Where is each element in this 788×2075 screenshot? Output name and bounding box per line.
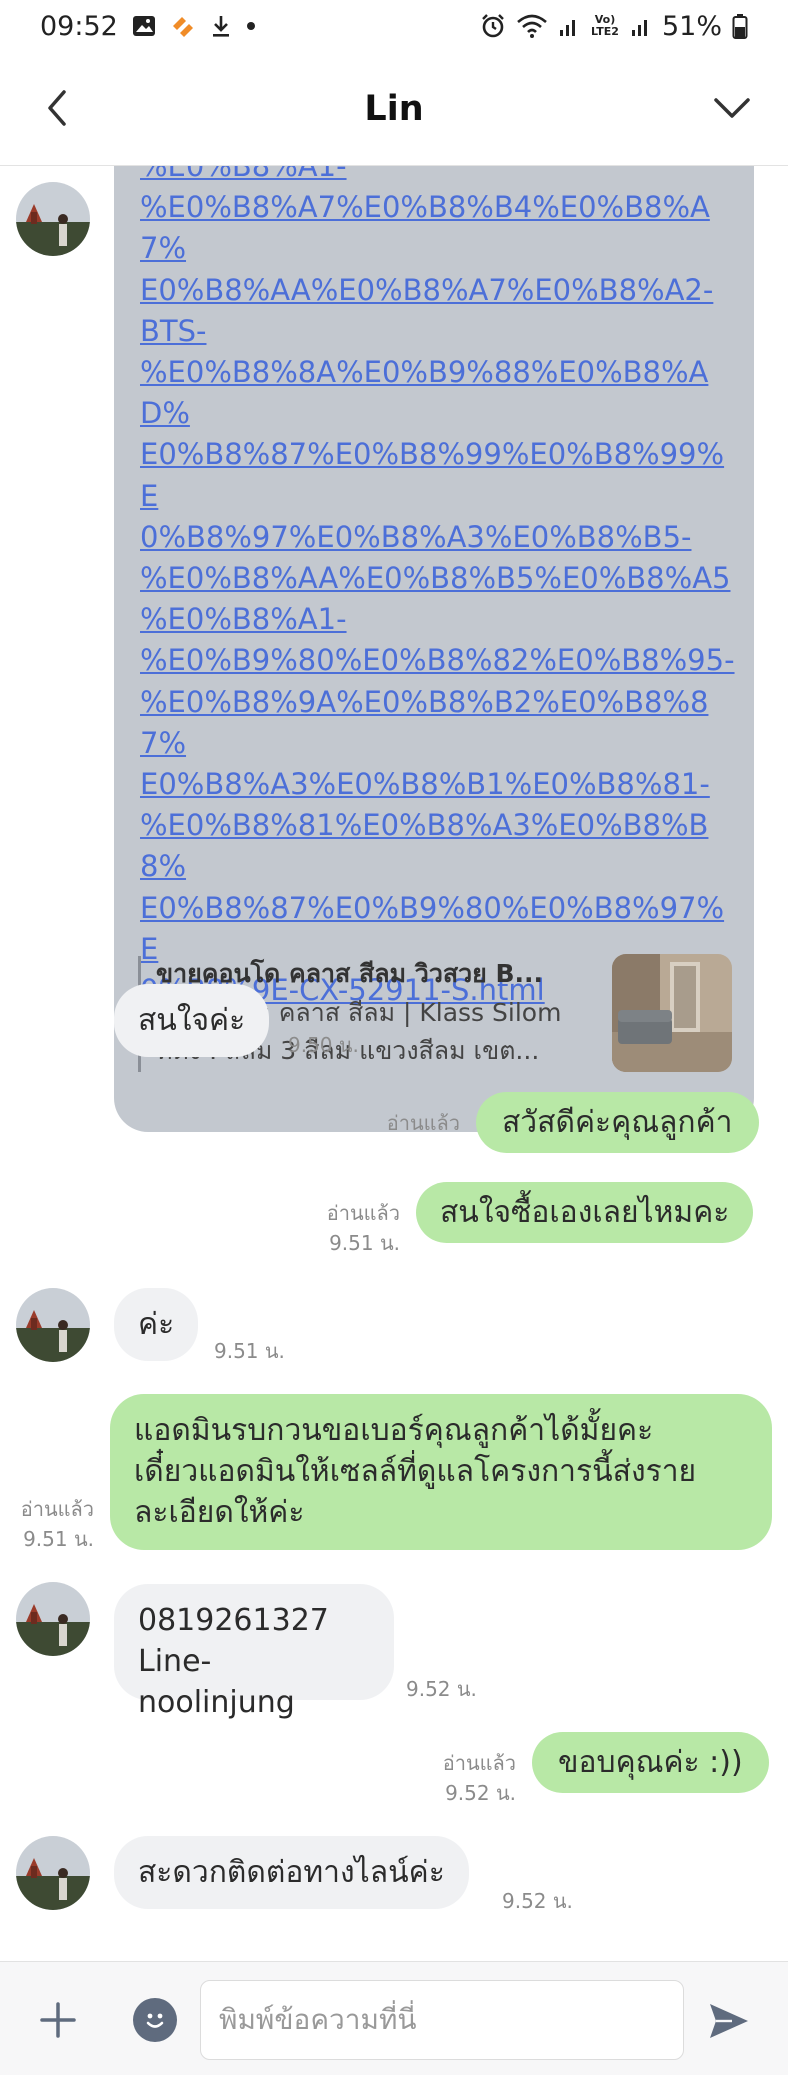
avatar-photo-icon (16, 1836, 90, 1910)
signal-icon-2 (630, 14, 652, 38)
chat-header: Lin (0, 52, 788, 166)
message-time: 9.51 น. (214, 1339, 285, 1363)
link-line: BTS- (140, 313, 207, 348)
message-text: ขอบคุณค่ะ :)) (558, 1745, 743, 1780)
message-bubble-incoming[interactable]: สะดวกติดต่อทางไลน์ค่ะ (114, 1836, 469, 1909)
message-text: ค่ะ (138, 1307, 175, 1342)
link-line: %E0%B9%80%E0%B8%82%E0%B8%95- (140, 643, 735, 678)
message-time: 9.51 น. (23, 1527, 94, 1551)
avatar[interactable] (16, 1288, 90, 1362)
message-bubble-incoming[interactable]: ค่ะ (114, 1288, 199, 1361)
alarm-icon (480, 13, 506, 39)
download-icon (210, 14, 232, 38)
avatar[interactable] (16, 1582, 90, 1656)
message-time: 9.51 น. (329, 1231, 400, 1255)
link-line: %E0%B8%A7%E0%B8%B4%E0%B8%A7% (140, 190, 710, 266)
plus-icon (40, 2002, 76, 2038)
message-input-bar: พิมพ์ข้อความที่นี่ (0, 1961, 788, 2075)
add-attachment-button[interactable] (36, 1998, 80, 2042)
message-text-line: เดี๋ยวแอดมินให้เซลล์ที่ดูแลโครงการนี้ส่ง… (134, 1454, 697, 1489)
message-text-line: แอดมินรบกวนขอเบอร์คุณลูกค้าได้มั้ยคะ (134, 1413, 654, 1448)
message-bubble-incoming[interactable]: สนใจค่ะ (114, 984, 270, 1057)
send-icon (710, 2004, 748, 2038)
message-text-line: ละเอียดให้ค่ะ (134, 1495, 305, 1530)
chevron-left-icon (48, 90, 66, 126)
message-text: สนใจค่ะ (138, 1003, 246, 1038)
more-notifications-dot-icon (246, 21, 256, 31)
status-bar: 09:52 Vo) LTE2 51% (0, 0, 788, 52)
link-line: %E0%B8%AA%E0%B8%B5%E0%B8%A5 (140, 561, 731, 596)
avatar-photo-icon (16, 182, 90, 256)
gallery-icon (132, 15, 156, 37)
read-receipt: อ่านแล้ว (386, 1111, 460, 1135)
read-receipt: อ่านแล้ว (326, 1201, 400, 1225)
avatar-photo-icon (16, 1288, 90, 1362)
link-line: E0%B8%A3%E0%B8%B1%E0%B8%81- (140, 767, 710, 802)
chat-menu-button[interactable] (710, 88, 754, 128)
signal-icon (558, 14, 580, 38)
message-text-line: 0819261327 (138, 1603, 329, 1638)
link-line: E0%B8%87%E0%B8%99%E0%B8%99%E (140, 437, 725, 513)
room-photo-icon (612, 954, 732, 1072)
message-time: 9.50 น. (288, 1033, 359, 1057)
chat-title: Lin (364, 88, 424, 129)
wifi-icon (516, 13, 548, 39)
message-time: 9.52 น. (406, 1677, 477, 1701)
link-line: %E0%B8%8A%E0%B9%88%E0%B8%AD% (140, 355, 709, 431)
message-bubble-outgoing[interactable]: สนใจซื้อเองเลยไหมคะ (416, 1182, 754, 1243)
message-time: 9.52 น. (502, 1889, 573, 1913)
read-receipt: อ่านแล้ว (20, 1497, 94, 1521)
status-time: 09:52 (40, 10, 118, 42)
avatar[interactable] (16, 182, 90, 256)
message-input-placeholder: พิมพ์ข้อความที่นี่ (219, 2003, 417, 2036)
network-label: Vo) LTE2 (591, 13, 619, 38)
message-text: สนใจซื้อเองเลยไหมคะ (440, 1195, 730, 1230)
message-bubble-incoming[interactable]: 0819261327 Line- noolinjung (114, 1584, 394, 1720)
message-time: 9.52 น. (445, 1781, 516, 1805)
link-line: %E0%B8%A1- (140, 166, 347, 183)
link-line: %E0%B8%9A%E0%B8%B2%E0%B8%87% (140, 684, 709, 760)
battery-icon (732, 13, 748, 39)
read-receipt: อ่านแล้ว (442, 1751, 516, 1775)
message-bubble-outgoing[interactable]: สวัสดีค่ะคุณลูกค้า (476, 1092, 759, 1153)
avatar-photo-icon (16, 1582, 90, 1656)
preview-thumbnail (612, 954, 732, 1072)
link-line: %E0%B8%A1- (140, 602, 347, 637)
back-button[interactable] (38, 88, 78, 128)
send-button[interactable] (706, 1998, 752, 2044)
message-link[interactable]: %E0%B8%A1- %E0%B8%A7%E0%B8%B4%E0%B8%A7% … (140, 166, 740, 1011)
message-input[interactable]: พิมพ์ข้อความที่นี่ (200, 1980, 684, 2060)
message-list[interactable]: %E0%B8%A1- %E0%B8%A7%E0%B8%B4%E0%B8%A7% … (0, 166, 788, 1961)
app-notification-icon (170, 14, 196, 38)
link-line: 0%B8%97%E0%B8%A3%E0%B8%B5- (140, 519, 692, 554)
message-bubble-outgoing[interactable]: แอดมินรบกวนขอเบอร์คุณลูกค้าได้มั้ยคะ เดี… (110, 1394, 772, 1550)
message-bubble-outgoing[interactable]: ขอบคุณค่ะ :)) (532, 1732, 769, 1793)
message-text: สะดวกติดต่อทางไลน์ค่ะ (138, 1855, 445, 1890)
avatar[interactable] (16, 1836, 90, 1910)
emoji-button[interactable] (133, 1998, 177, 2042)
link-line: %E0%B8%81%E0%B8%A3%E0%B8%B8% (140, 808, 709, 884)
message-text: สวัสดีค่ะคุณลูกค้า (502, 1105, 733, 1140)
chevron-down-icon (714, 98, 750, 118)
link-line: E0%B8%AA%E0%B8%A7%E0%B8%A2- (140, 272, 714, 307)
battery-percent: 51% (661, 10, 722, 42)
message-text-line: Line- noolinjung (138, 1644, 295, 1720)
smiley-icon (146, 2013, 164, 2028)
